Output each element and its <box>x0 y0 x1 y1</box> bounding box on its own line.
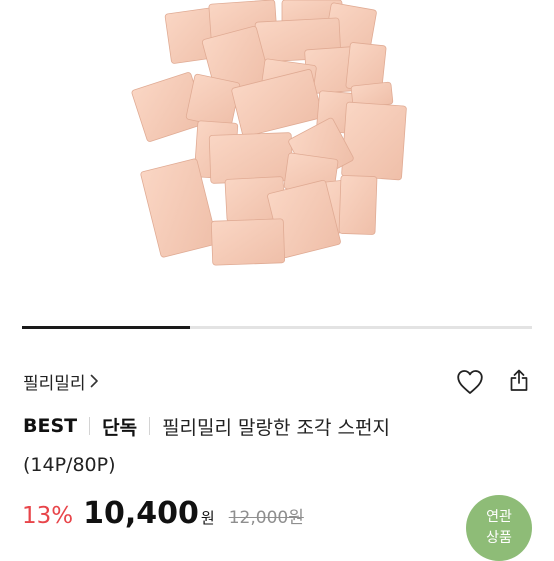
original-price: 12,000원 <box>228 508 304 528</box>
related-label-line1: 연관 <box>486 509 512 525</box>
exclusive-tag: 단독 <box>102 416 138 439</box>
related-label-line2: 상품 <box>486 530 512 546</box>
product-image[interactable] <box>0 0 554 320</box>
image-carousel-indicator <box>22 326 532 329</box>
chevron-right-icon <box>90 374 99 388</box>
discount-rate: 13% <box>22 503 74 529</box>
product-name: 필리밀리 말랑한 조각 스펀지 <box>162 416 390 439</box>
divider <box>89 417 91 435</box>
share-button[interactable] <box>504 364 534 396</box>
brand-name: 필리밀리 <box>23 373 86 394</box>
heart-outline-icon <box>456 369 484 395</box>
wishlist-button[interactable] <box>452 366 488 398</box>
divider <box>149 417 151 435</box>
currency-unit: 원 <box>200 509 215 527</box>
product-title: BEST 단독 필리밀리 말랑한 조각 스펀지 <box>23 410 390 442</box>
share-icon <box>509 368 529 392</box>
price-row: 13% 10,400 원 12,000원 <box>22 496 304 538</box>
product-option: (14P/80P) <box>23 454 116 476</box>
carousel-progress-bar <box>22 326 191 329</box>
sale-price: 10,400 <box>83 496 199 531</box>
related-products-button[interactable]: 연관 상품 <box>466 495 532 561</box>
brand-link[interactable]: 필리밀리 <box>23 366 99 396</box>
best-tag: BEST <box>23 415 78 437</box>
